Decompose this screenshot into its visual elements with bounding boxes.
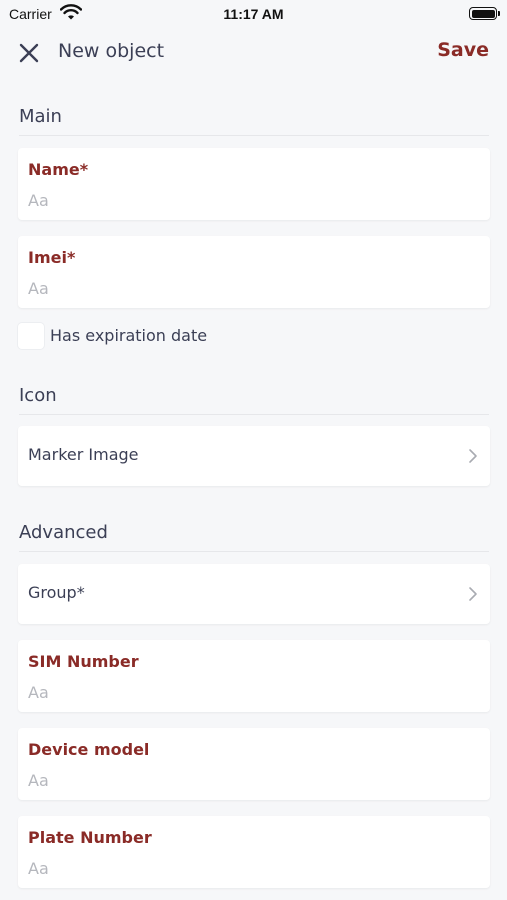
plate-number-field-label: Plate Number (28, 828, 152, 847)
screen: Carrier 11:17 AM New object Save Main Na… (0, 0, 507, 900)
plate-number-field-card[interactable]: Plate Number (18, 816, 490, 888)
name-field-label: Name* (28, 160, 89, 179)
group-label: Group* (28, 583, 85, 602)
plate-number-input[interactable] (28, 856, 480, 880)
chevron-right-icon (469, 587, 477, 601)
status-time: 11:17 AM (223, 6, 284, 22)
nav-bar: New object Save (0, 30, 507, 76)
sim-number-field-label: SIM Number (28, 652, 139, 671)
imei-field-label: Imei* (28, 248, 76, 267)
device-model-field-card[interactable]: Device model (18, 728, 490, 800)
expiration-checkbox-row[interactable]: Has expiration date (18, 323, 318, 351)
imei-input[interactable] (28, 276, 480, 300)
expiration-checkbox-label: Has expiration date (50, 326, 208, 345)
name-input[interactable] (28, 188, 480, 212)
section-header-main: Main (19, 106, 489, 136)
chevron-right-icon (469, 449, 477, 463)
marker-image-row[interactable]: Marker Image (18, 426, 490, 486)
imei-field-card[interactable]: Imei* (18, 236, 490, 308)
battery-tip (498, 11, 500, 16)
device-model-field-label: Device model (28, 740, 150, 759)
close-icon (19, 43, 39, 63)
device-model-input[interactable] (28, 768, 480, 792)
section-header-advanced: Advanced (19, 522, 489, 552)
save-button[interactable]: Save (437, 39, 489, 61)
marker-image-label: Marker Image (28, 445, 139, 464)
status-bar: Carrier 11:17 AM (0, 0, 507, 30)
expiration-checkbox[interactable] (18, 323, 44, 349)
sim-number-field-card[interactable]: SIM Number (18, 640, 490, 712)
sim-number-input[interactable] (28, 680, 480, 704)
page-title: New object (58, 40, 165, 62)
close-button[interactable] (14, 38, 44, 68)
battery-icon (469, 7, 497, 20)
section-header-icon: Icon (19, 385, 489, 415)
name-field-card[interactable]: Name* (18, 148, 490, 220)
group-row[interactable]: Group* (18, 564, 490, 624)
